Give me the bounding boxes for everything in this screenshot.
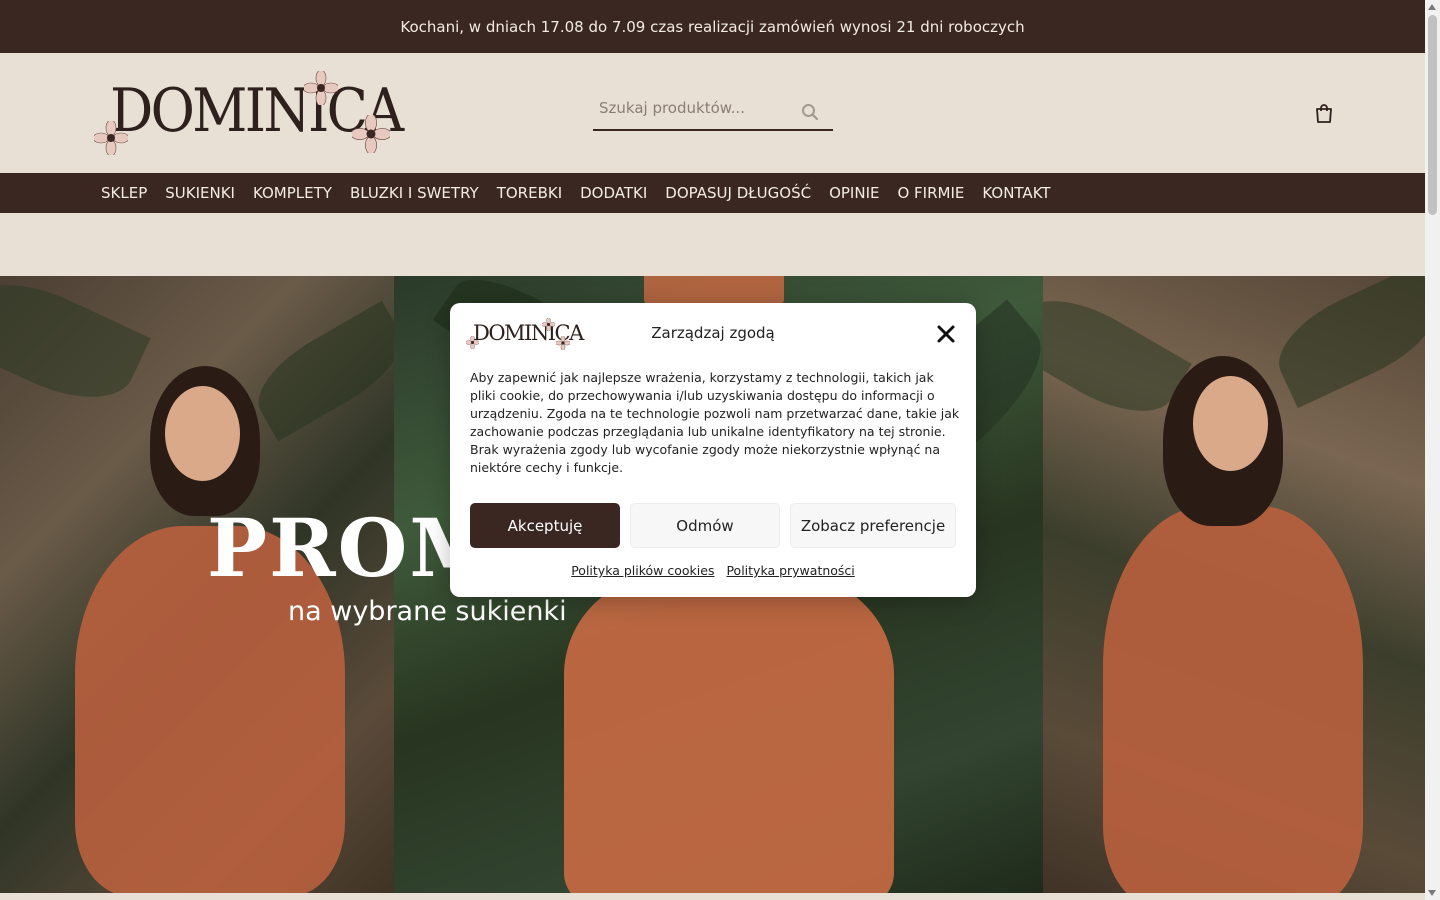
site-logo[interactable]: DOMINICA <box>92 71 404 157</box>
search-input[interactable] <box>599 99 789 117</box>
scroll-up-arrow-icon[interactable] <box>1428 4 1436 10</box>
nav-item-o-firmie[interactable]: O FIRMIE <box>888 173 973 213</box>
flower-decoration-icon <box>352 115 390 153</box>
consent-text: Aby zapewnić jak najlepsze wrażenia, kor… <box>470 370 960 475</box>
announcement-text: Kochani, w dniach 17.08 do 7.09 czas rea… <box>400 17 1025 36</box>
main-navigation: SKLEP SUKIENKI KOMPLETY BLUZKI I SWETRY … <box>0 173 1425 213</box>
nav-item-sklep[interactable]: SKLEP <box>92 173 156 213</box>
flower-decoration-icon <box>94 121 128 155</box>
shopping-bag-icon[interactable] <box>1313 102 1335 124</box>
hero-subtitle: na wybrane sukienki <box>288 596 567 627</box>
nav-item-komplety[interactable]: KOMPLETY <box>244 173 341 213</box>
consent-title: Zarządzaj zgodą <box>651 324 775 342</box>
nav-item-dopasuj-dlugosc[interactable]: DOPASUJ DŁUGOŚĆ <box>656 173 820 213</box>
search-box <box>593 91 833 131</box>
bottom-strip <box>0 893 1425 900</box>
nav-item-bluzki-i-swetry[interactable]: BLUZKI I SWETRY <box>341 173 488 213</box>
cookie-consent-dialog: DOMINICA Zarządzaj zgodą Aby zapewnić ja… <box>450 303 976 597</box>
nav-item-torebki[interactable]: TOREBKI <box>488 173 571 213</box>
privacy-policy-link[interactable]: Polityka prywatności <box>726 563 854 578</box>
deny-button[interactable]: Odmów <box>630 503 780 548</box>
nav-item-opinie[interactable]: OPINIE <box>820 173 888 213</box>
flower-decoration-icon <box>304 71 338 105</box>
view-preferences-button[interactable]: Zobacz preferencje <box>790 503 956 548</box>
site-header: DOMINICA <box>0 53 1425 173</box>
page-scrollbar[interactable] <box>1425 0 1440 900</box>
hero-photo-right <box>1043 276 1425 893</box>
cookie-policy-link[interactable]: Polityka plików cookies <box>571 563 714 578</box>
accept-button[interactable]: Akceptuję <box>470 503 620 548</box>
close-icon[interactable] <box>936 324 956 344</box>
search-icon[interactable] <box>801 103 819 121</box>
nav-item-sukienki[interactable]: SUKIENKI <box>156 173 244 213</box>
scroll-down-arrow-icon[interactable] <box>1428 890 1436 896</box>
spacer-band <box>0 213 1425 276</box>
scroll-thumb[interactable] <box>1428 15 1437 215</box>
consent-links: Polityka plików cookies Polityka prywatn… <box>450 563 976 578</box>
nav-item-kontakt[interactable]: KONTAKT <box>973 173 1059 213</box>
nav-item-dodatki[interactable]: DODATKI <box>571 173 656 213</box>
announcement-bar: Kochani, w dniach 17.08 do 7.09 czas rea… <box>0 0 1425 53</box>
